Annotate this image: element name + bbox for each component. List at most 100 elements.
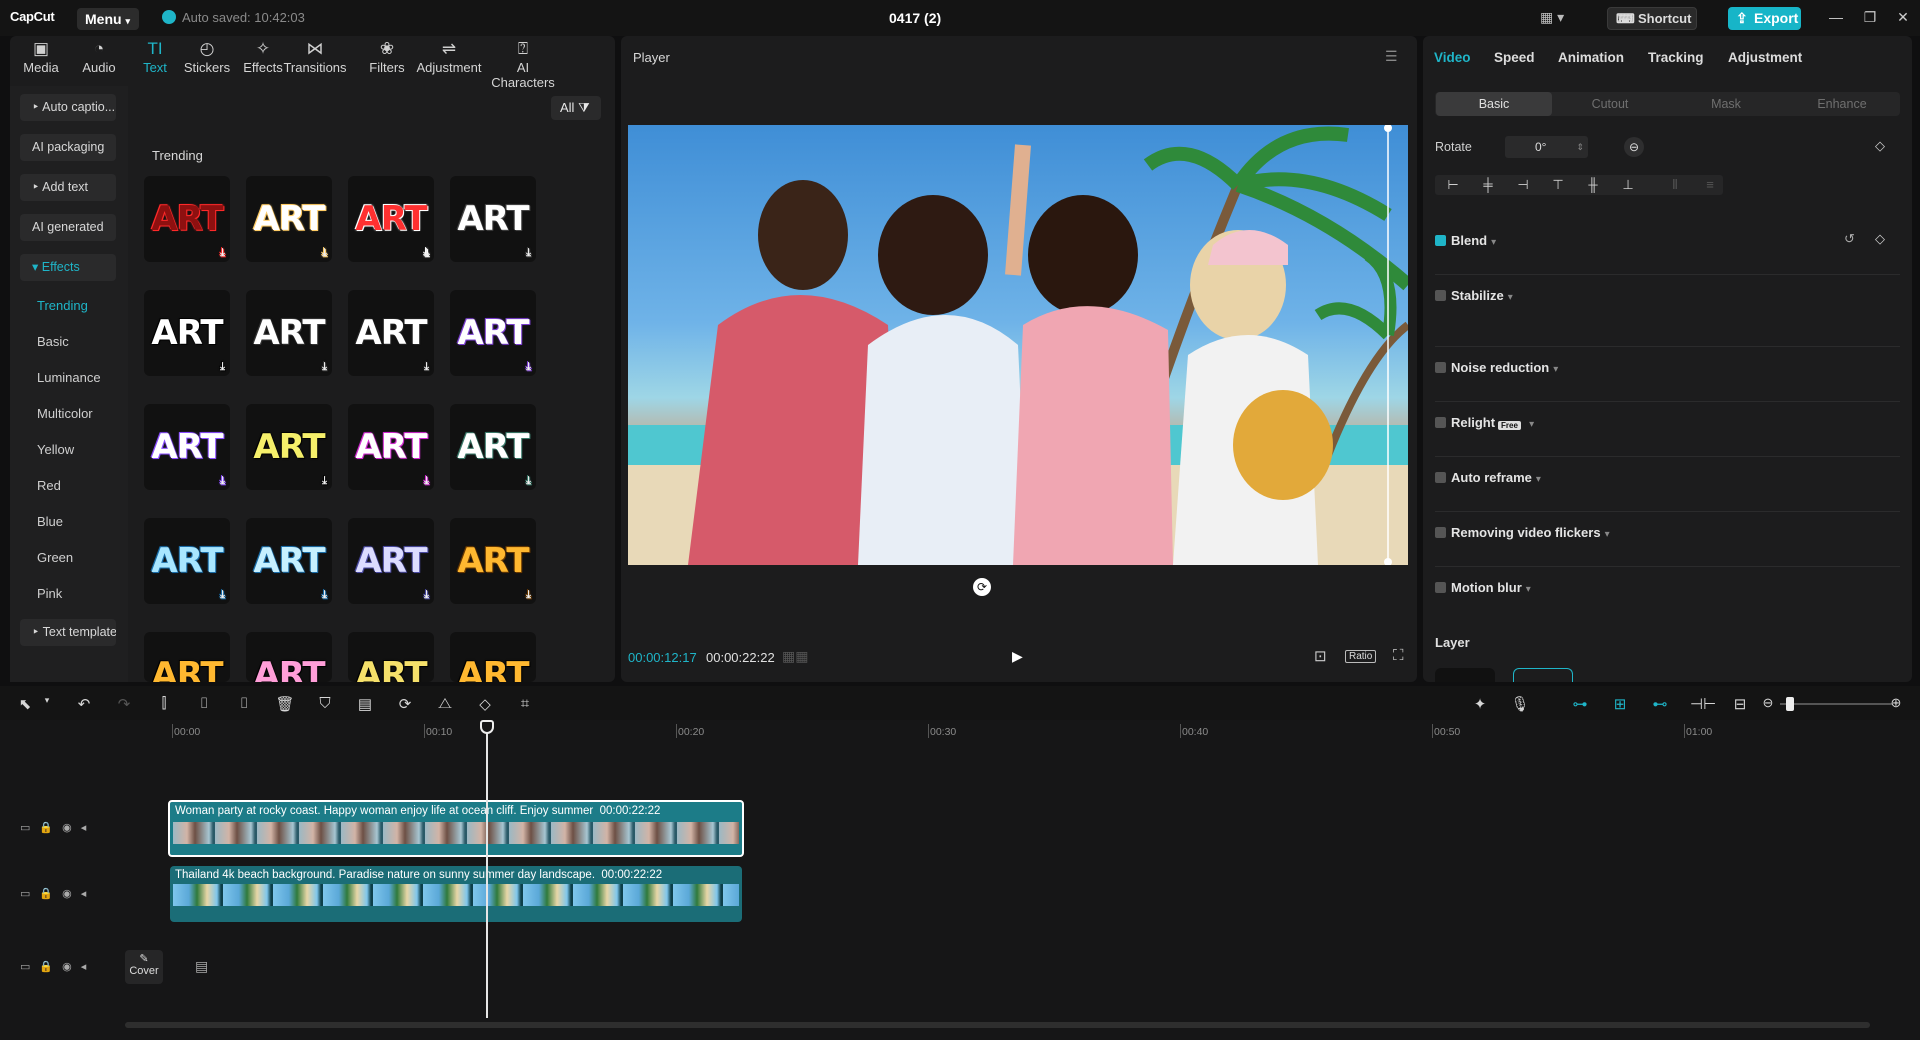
subtab-basic[interactable]: Basic bbox=[1436, 92, 1552, 116]
align-center-h-icon[interactable]: ╪ bbox=[1478, 177, 1498, 192]
cover-button[interactable]: ✎ Cover bbox=[125, 950, 163, 984]
text-preset-tile[interactable]: ART ⤓ bbox=[450, 176, 536, 262]
track2-controls[interactable]: ▭🔒◉◂ bbox=[20, 887, 95, 900]
stepper-icon[interactable]: ⇕ bbox=[1576, 136, 1584, 158]
video-preview[interactable] bbox=[628, 125, 1408, 565]
layout-icon[interactable]: ▦ ▾ bbox=[1540, 9, 1568, 27]
layer-thumb-selected[interactable] bbox=[1513, 668, 1573, 682]
download-icon[interactable]: ⤓ bbox=[526, 247, 531, 259]
text-preset-tile[interactable]: ART ⤓ bbox=[348, 404, 434, 490]
chevron-down-icon[interactable]: ▾ bbox=[37, 695, 57, 706]
screenshot-icon[interactable]: ⊡ bbox=[1314, 647, 1327, 665]
checkbox[interactable] bbox=[1435, 290, 1446, 301]
text-preset-tile[interactable]: ART bbox=[144, 632, 230, 682]
export-button[interactable]: ⇪ Export bbox=[1728, 7, 1801, 30]
mirror-icon[interactable]: ⧍ bbox=[435, 695, 455, 712]
effects-sub-red[interactable]: Red bbox=[37, 478, 61, 493]
text-preset-tile[interactable]: ART bbox=[450, 632, 536, 682]
property-noise-reduction[interactable]: Noise reduction ▾ bbox=[1435, 360, 1558, 375]
download-icon[interactable]: ⤓ bbox=[322, 361, 327, 373]
rotate-input[interactable]: 0° ⇕ bbox=[1505, 136, 1588, 158]
download-icon[interactable]: ⤓ bbox=[526, 475, 531, 487]
track3-controls[interactable]: ▭🔒◉◂ bbox=[20, 960, 95, 973]
nav-auto-captions[interactable]: ‣ Auto captio... bbox=[20, 94, 116, 121]
download-icon[interactable]: ⤓ bbox=[322, 475, 327, 487]
download-icon[interactable]: ⤓ bbox=[322, 247, 327, 259]
split-left-icon[interactable]: ⌷ bbox=[194, 695, 214, 712]
tab-filters[interactable]: ❀ Filters bbox=[352, 38, 422, 75]
download-icon[interactable]: ⤓ bbox=[220, 361, 225, 373]
shortcut-button[interactable]: ⌨ Shortcut bbox=[1607, 7, 1697, 30]
effects-sub-blue[interactable]: Blue bbox=[37, 514, 63, 529]
text-preset-tile[interactable]: ART ⤓ bbox=[450, 290, 536, 376]
caption-icon[interactable]: ⊟ bbox=[1730, 695, 1750, 713]
download-icon[interactable]: ⤓ bbox=[424, 589, 429, 601]
align-center-v-icon[interactable]: ╫ bbox=[1583, 177, 1603, 192]
download-icon[interactable]: ⤓ bbox=[322, 589, 327, 601]
text-preset-tile[interactable]: ART ⤓ bbox=[348, 176, 434, 262]
text-preset-tile[interactable]: ART ⤓ bbox=[450, 518, 536, 604]
text-preset-tile[interactable]: ART ⤓ bbox=[246, 290, 332, 376]
tab-adjustment[interactable]: Adjustment bbox=[1728, 50, 1802, 65]
zoom-in-icon[interactable]: ⊕ bbox=[1886, 695, 1906, 711]
property-blend[interactable]: Blend ▾ bbox=[1435, 233, 1496, 248]
distribute-v-icon[interactable]: ≡ bbox=[1700, 177, 1720, 192]
project-title[interactable]: 0417 (2) bbox=[889, 10, 941, 26]
chevron-down-icon[interactable]: ▾ bbox=[1605, 529, 1610, 540]
checkbox[interactable] bbox=[1435, 362, 1446, 373]
delete-icon[interactable]: 🗑 bbox=[275, 695, 295, 713]
zoom-slider[interactable] bbox=[1780, 703, 1892, 705]
tab-speed[interactable]: Speed bbox=[1494, 50, 1535, 65]
playhead-handle[interactable] bbox=[480, 720, 494, 734]
checkbox[interactable] bbox=[1435, 472, 1446, 483]
text-preset-tile[interactable]: ART ⤓ bbox=[348, 518, 434, 604]
hamburger-icon[interactable]: ☰ bbox=[1385, 48, 1398, 65]
checkbox[interactable] bbox=[1435, 527, 1446, 538]
align-right-icon[interactable]: ⊣ bbox=[1513, 177, 1533, 193]
text-preset-tile[interactable]: ART ⤓ bbox=[348, 290, 434, 376]
download-icon[interactable]: ⤓ bbox=[220, 475, 225, 487]
nav-effects[interactable]: ▾ Effects bbox=[20, 254, 116, 281]
align-left-icon[interactable]: ⊢ bbox=[1443, 177, 1463, 193]
checkbox[interactable] bbox=[1435, 235, 1446, 246]
download-icon[interactable]: ⤓ bbox=[220, 247, 225, 259]
rotate-dial-icon[interactable]: ⊖ bbox=[1624, 137, 1644, 157]
subtab-cutout[interactable]: Cutout bbox=[1552, 92, 1668, 116]
checkbox[interactable] bbox=[1435, 417, 1446, 428]
redo-icon[interactable]: ↷ bbox=[114, 695, 134, 713]
align-top-icon[interactable]: ⊤ bbox=[1548, 177, 1568, 193]
chevron-down-icon[interactable]: ▾ bbox=[1491, 237, 1496, 248]
subtab-mask[interactable]: Mask bbox=[1668, 92, 1784, 116]
preview-axis-icon[interactable]: ⊣⊢ bbox=[1690, 695, 1716, 713]
text-preset-tile[interactable]: ART bbox=[348, 632, 434, 682]
microphone-icon[interactable]: 🎙 bbox=[1510, 695, 1530, 713]
minimize-icon[interactable]: — bbox=[1826, 9, 1846, 25]
effects-sub-trending[interactable]: Trending bbox=[37, 298, 88, 313]
filter-all-button[interactable]: All ⧩ bbox=[551, 96, 601, 120]
reverse-icon[interactable]: ⟳ bbox=[395, 695, 415, 713]
align-bottom-icon[interactable]: ⊥ bbox=[1618, 177, 1638, 193]
effects-sub-basic[interactable]: Basic bbox=[37, 334, 69, 349]
subtab-enhance[interactable]: Enhance bbox=[1784, 92, 1900, 116]
effects-sub-pink[interactable]: Pink bbox=[37, 586, 62, 601]
chevron-down-icon[interactable]: ▾ bbox=[1526, 584, 1531, 595]
snap-icon[interactable]: ⊞ bbox=[1610, 695, 1630, 713]
playhead[interactable] bbox=[486, 722, 488, 1018]
tab-transitions[interactable]: ⋈ Transitions bbox=[280, 38, 350, 75]
property-motion-blur[interactable]: Motion blur ▾ bbox=[1435, 580, 1531, 595]
zoom-out-icon[interactable]: ⊖ bbox=[1758, 695, 1778, 711]
download-icon[interactable]: ⤓ bbox=[220, 589, 225, 601]
tab-tracking[interactable]: Tracking bbox=[1648, 50, 1704, 65]
rotate-handle-icon[interactable]: ⟳ bbox=[973, 578, 991, 596]
nav-ai-generated[interactable]: AI generated bbox=[20, 214, 116, 241]
effects-sub-luminance[interactable]: Luminance bbox=[37, 370, 101, 385]
text-preset-tile[interactable]: ART ⤓ bbox=[450, 404, 536, 490]
text-preset-tile[interactable]: ART ⤓ bbox=[144, 404, 230, 490]
download-icon[interactable]: ⤓ bbox=[424, 361, 429, 373]
video-clip-1[interactable]: Woman party at rocky coast. Happy woman … bbox=[168, 800, 744, 857]
text-preset-tile[interactable]: ART ⤓ bbox=[144, 518, 230, 604]
maximize-icon[interactable]: ❐ bbox=[1860, 9, 1880, 26]
crop-icon[interactable]: ⌗ bbox=[515, 695, 535, 712]
blend-keyframe-icon[interactable]: ◇ bbox=[1875, 231, 1885, 247]
chevron-down-icon[interactable]: ▾ bbox=[1536, 474, 1541, 485]
